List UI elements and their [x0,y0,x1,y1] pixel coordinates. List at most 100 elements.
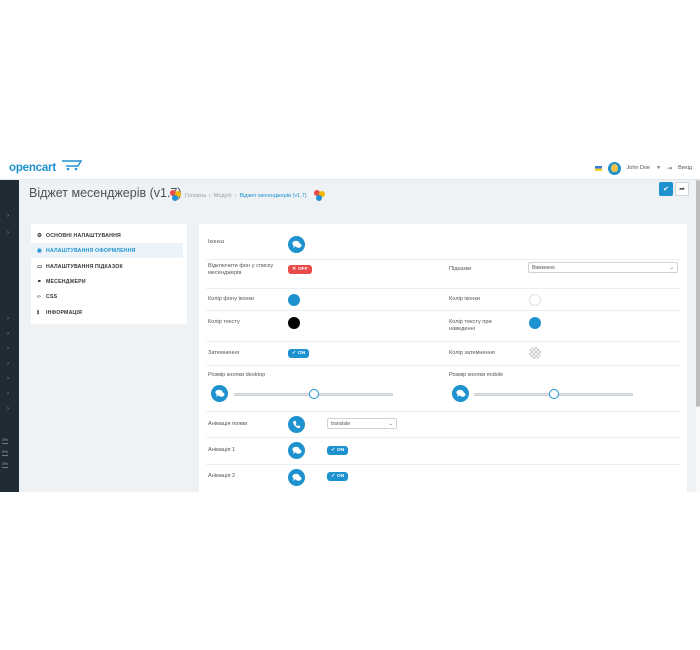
nav-item-messengers[interactable]: ⚭ МЕСЕНДЖЕРИ [31,274,183,289]
gear-icon: ⚙ [37,232,43,239]
check-icon: ✓ [292,351,297,356]
tooltips-label: Підказки [449,266,472,272]
eye-icon: ◉ [37,247,42,254]
page-title: Віджет месенджерів (v1.7) [29,186,182,200]
nav-item-basic-settings[interactable]: ⚙ ОСНОВНІ НАЛАШТУВАННЯ [31,228,183,243]
chevron-down-icon: ⌄ [388,420,393,427]
dimming-color-label: Колір затемнення [449,350,495,356]
chevron-down-icon[interactable]: ▼ [656,165,661,171]
nav-item-info[interactable]: ℹ ІНФОРМАЦІЯ [31,305,183,320]
chat-bubbles-icon [291,473,301,481]
sidebar-expand-icon[interactable]: › [7,230,9,236]
nav-item-label: CSS [46,293,58,300]
sidebar-expand-icon[interactable]: › [7,376,9,382]
language-flag-icon[interactable] [594,165,602,171]
row-divider [206,464,680,465]
row-divider [206,259,680,260]
breadcrumb-current[interactable]: Віджет месенджерів (v1.7) [239,193,306,199]
scrollbar-thumb[interactable] [696,180,700,407]
select-value: translate [331,420,351,427]
sidebar-expand-icon[interactable]: › [7,346,9,352]
module-logo-icon [313,190,326,201]
chevron-down-icon: ⌄ [669,264,674,271]
sidebar-expand-icon[interactable]: › [7,213,9,219]
admin-window: opencart John Doe ▼ ⇥ Вихід › › › › › › … [0,157,700,492]
check-icon: ✓ [331,474,336,479]
info-icon: ℹ [37,309,40,316]
user-name[interactable]: John Doe [627,165,651,171]
icon-bg-color-swatch[interactable] [288,294,300,306]
breadcrumb-home[interactable]: Головна [185,193,206,199]
sidebar-expand-icon[interactable]: › [7,331,9,337]
sidebar-progress-bar [2,467,8,468]
text-color-label: Колір тексту [208,319,240,325]
top-header: opencart John Doe ▼ ⇥ Вихід [0,157,700,180]
disable-bg-toggle[interactable]: ✕ OFF [288,265,312,274]
check-icon: ✓ [331,448,336,453]
save-button[interactable]: ✔ [659,182,673,196]
toggle-state: ON [298,351,306,356]
disable-bg-label: Відключити фон у списку месенджерів [208,263,274,276]
back-button[interactable]: ➦ [675,182,689,196]
animation1-preview [288,442,305,459]
user-avatar[interactable] [607,161,621,175]
animation2-toggle[interactable]: ✓ ON [327,472,349,481]
size-mobile-preview [452,385,469,402]
module-logo-icon [170,190,182,201]
row-divider [206,365,680,366]
size-mobile-slider-thumb[interactable] [548,389,559,399]
dimming-toggle[interactable]: ✓ ON [288,349,310,358]
size-desktop-preview [211,385,228,402]
appearance-settings-panel: Іконка Відключити фон у списку месенджер… [199,224,687,492]
icon-color-label: Колір іконки [449,296,480,302]
row-divider [206,288,680,289]
link-icon: ⚭ [37,278,42,285]
animation2-preview [288,469,305,486]
nav-item-css[interactable]: ‹› CSS [31,289,183,304]
animation1-label: Анімація 1 [208,447,236,453]
icon-bg-color-label: Колір фону іконки [208,296,255,302]
chat-bubbles-icon [455,389,465,397]
toggle-state: OFF [298,267,308,272]
text-color-swatch[interactable] [288,317,300,329]
chat-bubbles-icon [214,389,224,397]
nav-item-tooltip-settings[interactable]: ▭ НАЛАШТУВАННЯ ПІДКАЗОК [31,259,183,274]
sidebar-expand-icon[interactable]: › [7,406,9,412]
size-desktop-slider-thumb[interactable] [308,389,319,399]
close-icon: ✕ [292,267,297,272]
icon-picker-button[interactable] [288,236,305,253]
breadcrumb-modules[interactable]: Модулі [214,193,232,199]
comment-icon: ▭ [37,263,43,270]
nav-item-label: НАЛАШТУВАННЯ ОФОРМЛЕННЯ [46,247,136,254]
row-divider [206,341,680,342]
dimming-color-swatch[interactable] [529,347,541,359]
appear-animation-select[interactable]: translate ⌄ [327,418,397,429]
nav-item-label: НАЛАШТУВАННЯ ПІДКАЗОК [46,263,123,270]
opencart-logo[interactable]: opencart [9,160,83,174]
phone-icon [292,420,301,429]
logout-icon[interactable]: ⇥ [667,165,672,172]
nav-item-appearance-settings[interactable]: ◉ НАЛАШТУВАННЯ ОФОРМЛЕННЯ [31,243,183,258]
size-desktop-label: Розмір кнопки desktop [208,372,266,378]
breadcrumb-separator: › [234,192,237,199]
text-hover-color-swatch[interactable] [529,317,541,329]
nav-item-label: МЕСЕНДЖЕРИ [46,278,86,285]
reply-icon: ➦ [679,186,685,193]
check-icon: ✔ [663,186,669,193]
cart-logo-icon [62,160,83,171]
sidebar-expand-icon[interactable]: › [7,391,9,397]
icon-color-swatch[interactable] [529,294,541,306]
animation1-toggle[interactable]: ✓ ON [327,446,349,455]
sidebar-expand-icon[interactable]: › [7,361,9,367]
sidebar-expand-icon[interactable]: › [7,316,9,322]
row-divider [206,411,680,412]
sidebar: › › › › › › › › › 0% 0% 0% [0,180,19,492]
row-divider [206,437,680,438]
code-icon: ‹› [37,293,42,300]
sidebar-progress-label: 0% [2,437,8,442]
logout-link[interactable]: Вихід [678,165,692,171]
sidebar-progress-bar [2,443,8,444]
tooltips-select[interactable]: Вимкнено ⌄ [528,262,678,273]
dimming-label: Затемнення [208,350,240,356]
chat-bubbles-icon [291,240,301,248]
